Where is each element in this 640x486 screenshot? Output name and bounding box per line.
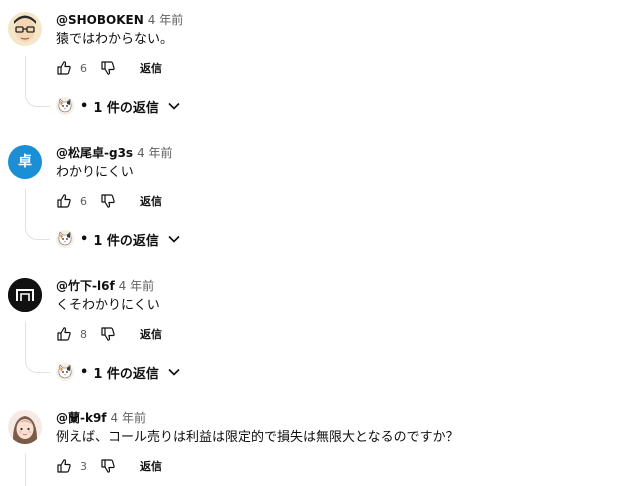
timestamp[interactable]: 4 年前 xyxy=(111,411,146,425)
comment-header: @SHOBOKEN 4 年前 xyxy=(56,12,183,28)
reply-button[interactable]: 返信 xyxy=(140,60,162,76)
comment-text: わかりにくい xyxy=(56,165,134,180)
cat-avatar xyxy=(56,230,74,248)
author-name[interactable]: @蘭-k9f xyxy=(56,411,107,425)
author-name[interactable]: @松尾卓-g3s xyxy=(56,146,133,160)
like-count: 6 xyxy=(80,61,87,75)
view-replies-button[interactable]: • 1 件の返信 xyxy=(56,96,181,116)
comment-actions: 3 返信 xyxy=(56,457,162,475)
comment-header: @蘭-k9f 4 年前 xyxy=(56,410,146,426)
separator-dot: • xyxy=(80,98,89,114)
replies-count-label: 1 件の返信 xyxy=(93,100,159,116)
author-name[interactable]: @竹下-l6f xyxy=(56,279,115,293)
thread-line xyxy=(25,56,26,96)
timestamp[interactable]: 4 年前 xyxy=(119,279,154,293)
comment-text: くそわかりにくい xyxy=(56,298,160,313)
like-count: 3 xyxy=(80,459,87,473)
avatar[interactable] xyxy=(8,410,42,444)
reply-button[interactable]: 返信 xyxy=(140,458,162,474)
thumb-up-icon[interactable] xyxy=(56,458,72,474)
thumb-down-icon[interactable] xyxy=(100,193,116,209)
comment-actions: 8 返信 xyxy=(56,325,162,343)
timestamp[interactable]: 4 年前 xyxy=(137,146,172,160)
comment-text: 猿ではわからない。 xyxy=(56,32,174,47)
thumb-down-icon[interactable] xyxy=(100,60,116,76)
separator-dot: • xyxy=(80,231,89,247)
replies-count-label: 1 件の返信 xyxy=(93,233,159,249)
chevron-down-icon xyxy=(167,232,181,246)
replies-count-label: 1 件の返信 xyxy=(93,366,159,382)
comment-actions: 6 返信 xyxy=(56,192,162,210)
avatar[interactable] xyxy=(8,278,42,312)
like-count: 8 xyxy=(80,327,87,341)
chevron-down-icon xyxy=(167,365,181,379)
avatar[interactable] xyxy=(8,12,42,46)
thread-line xyxy=(25,322,26,362)
cat-avatar xyxy=(56,363,74,381)
separator-dot: • xyxy=(80,364,89,380)
view-replies-button[interactable]: • 1 件の返信 xyxy=(56,362,181,382)
timestamp[interactable]: 4 年前 xyxy=(148,13,183,27)
thread-connector xyxy=(25,225,50,240)
thumb-down-icon[interactable] xyxy=(100,326,116,342)
thread-line xyxy=(25,454,26,486)
comment-header: @竹下-l6f 4 年前 xyxy=(56,278,154,294)
comment-actions: 6 返信 xyxy=(56,59,162,77)
avatar[interactable]: 卓 xyxy=(8,145,42,179)
like-count: 6 xyxy=(80,194,87,208)
thumb-up-icon[interactable] xyxy=(56,60,72,76)
thread-connector xyxy=(25,358,50,373)
comment-text: 例えば、コール売りは利益は限定的で損失は無限大となるのですか？ xyxy=(56,430,459,445)
thumb-up-icon[interactable] xyxy=(56,193,72,209)
chevron-down-icon xyxy=(167,99,181,113)
thumb-down-icon[interactable] xyxy=(100,458,116,474)
thumb-up-icon[interactable] xyxy=(56,326,72,342)
thread-line xyxy=(25,189,26,229)
author-name[interactable]: @SHOBOKEN xyxy=(56,13,144,27)
thread-connector xyxy=(25,92,50,107)
reply-button[interactable]: 返信 xyxy=(140,193,162,209)
comment-header: @松尾卓-g3s 4 年前 xyxy=(56,145,173,161)
view-replies-button[interactable]: • 1 件の返信 xyxy=(56,229,181,249)
cat-avatar xyxy=(56,97,74,115)
reply-button[interactable]: 返信 xyxy=(140,326,162,342)
